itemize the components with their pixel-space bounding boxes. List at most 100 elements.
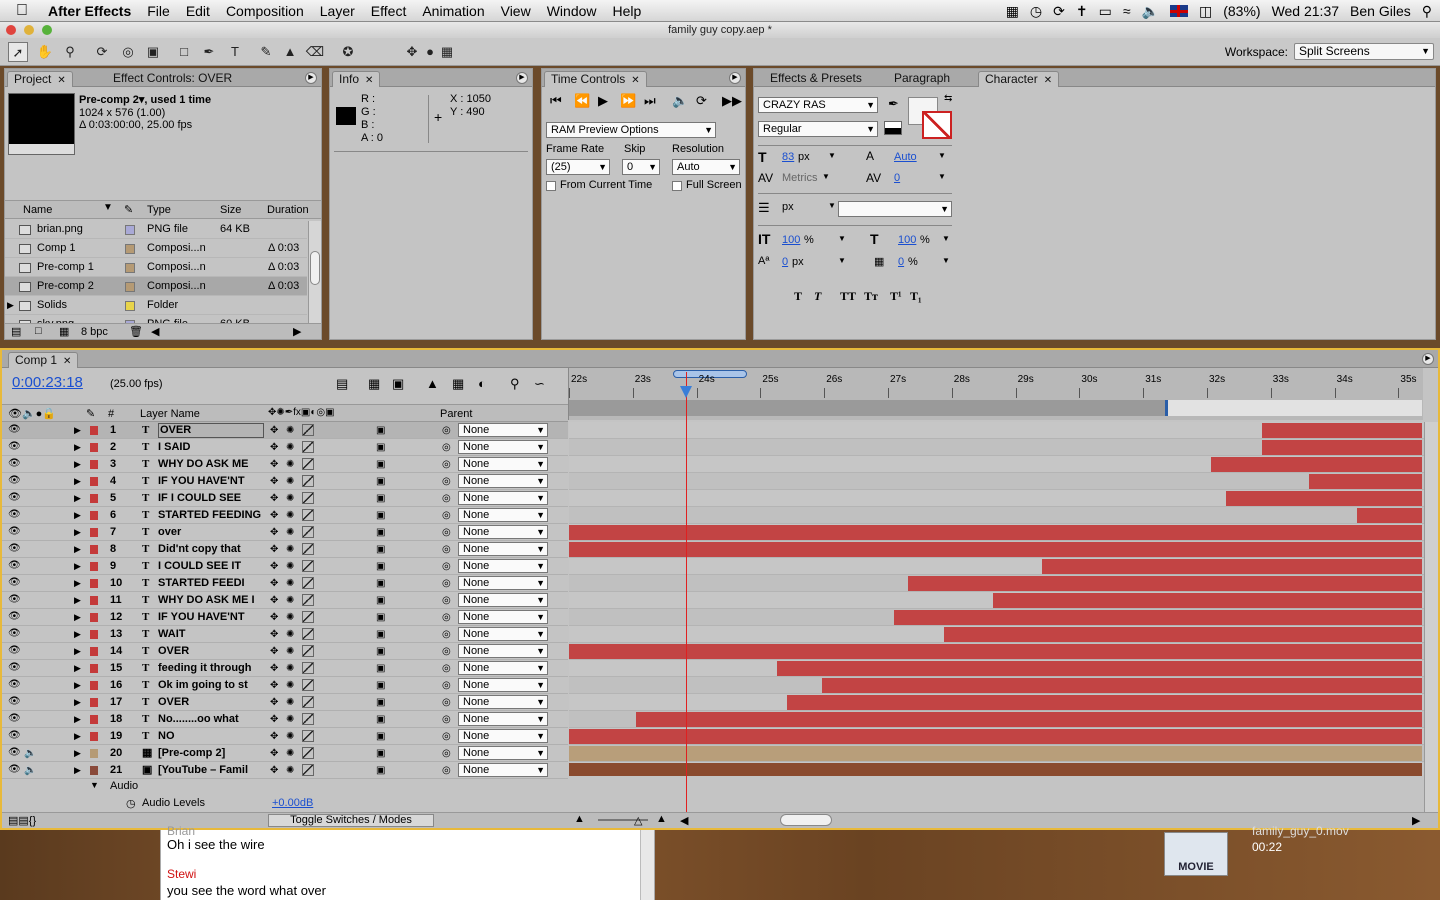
pickwhip-icon[interactable]: ◎ [442, 473, 451, 490]
wifi-icon[interactable]: ≈ [1123, 3, 1131, 19]
twirl-right-icon[interactable]: ▶ [74, 507, 81, 524]
chevron-down-icon[interactable]: ▼ [828, 201, 836, 210]
quality-icon[interactable] [302, 713, 314, 725]
visibility-eye-icon[interactable]: 👁 [8, 425, 21, 435]
layer-duration-bar[interactable] [1262, 423, 1422, 438]
interpret-footage-icon[interactable]: ▤ [11, 325, 21, 338]
3d-layer-icon[interactable]: ▣ [376, 694, 385, 711]
stopwatch-icon[interactable]: ◷ [126, 797, 136, 810]
layer-row[interactable]: 👁 ▶ 2 T I SAID ✥ ✺ ▣ ◎ None ▼ [2, 439, 568, 456]
pickwhip-icon[interactable]: ◎ [442, 745, 451, 762]
scroll-right-icon[interactable]: ▶ [1412, 814, 1420, 827]
layer-duration-bar[interactable] [1357, 508, 1422, 523]
visibility-eye-icon[interactable]: 👁 [8, 646, 21, 656]
twirl-right-icon[interactable]: ▶ [74, 422, 81, 439]
layer-name[interactable]: No........oo what [158, 711, 239, 728]
collapse-icon[interactable]: ✺ [286, 728, 294, 745]
tab-info[interactable]: Info ✕ [332, 71, 381, 87]
collapse-icon[interactable]: ✺ [286, 762, 294, 779]
visibility-eye-icon[interactable]: 👁 [8, 714, 21, 724]
zoom-slider-handle-icon[interactable]: △ [634, 814, 642, 827]
3d-layer-icon[interactable]: ▣ [376, 575, 385, 592]
twirl-right-icon[interactable]: ▶ [74, 490, 81, 507]
apple-menu-icon[interactable]:  [0, 2, 40, 20]
collapse-icon[interactable]: ✺ [286, 694, 294, 711]
workspace-select[interactable]: Split Screens ▼ [1294, 43, 1434, 60]
av-features-icon[interactable]: 👁🔈●🔒 [8, 407, 56, 420]
black-white-swatch[interactable] [884, 121, 902, 135]
layer-label-color[interactable] [90, 647, 98, 656]
shy-icon[interactable]: ✥ [270, 456, 278, 473]
layer-label-color[interactable] [90, 749, 98, 758]
parent-select[interactable]: None ▼ [458, 525, 548, 539]
current-timecode[interactable]: 0:00:23:18 [12, 374, 83, 391]
layer-row[interactable]: 👁 ▶ 13 T WAIT ✥ ✺ ▣ ◎ None ▼ [2, 626, 568, 643]
3d-layer-icon[interactable]: ▣ [376, 643, 385, 660]
layer-name[interactable]: WHY DO ASK ME [158, 456, 248, 473]
quality-icon[interactable] [302, 577, 314, 589]
menu-help[interactable]: Help [605, 3, 650, 19]
bit-depth[interactable]: 8 bpc [81, 326, 108, 338]
visibility-eye-icon[interactable]: 👁 [8, 663, 21, 673]
pickwhip-icon[interactable]: ◎ [442, 626, 451, 643]
chevron-down-icon[interactable]: ▼ [942, 256, 950, 265]
shy-icon[interactable]: ✥ [270, 762, 278, 779]
twirl-right-icon[interactable]: ▶ [74, 473, 81, 490]
hand-tool-icon[interactable]: ✋ [35, 42, 55, 62]
twirl-right-icon[interactable]: ▶ [74, 677, 81, 694]
close-icon[interactable]: ✕ [631, 75, 639, 86]
3d-layer-icon[interactable]: ▣ [376, 439, 385, 456]
stroke-style-select[interactable]: ▼ [838, 201, 952, 217]
quality-icon[interactable] [302, 458, 314, 470]
shy-icon[interactable]: ✥ [270, 609, 278, 626]
layer-row[interactable]: 👁 ▶ 4 T IF YOU HAVE'NT ✥ ✺ ▣ ◎ None ▼ [2, 473, 568, 490]
layer-name[interactable]: [Pre-comp 2] [158, 745, 225, 762]
layer-duration-bar[interactable] [1226, 491, 1422, 506]
quality-icon[interactable] [302, 730, 314, 742]
eyedropper-icon[interactable]: ✒ [888, 96, 899, 112]
tab-character[interactable]: Character ✕ [978, 71, 1060, 87]
menu-effect[interactable]: Effect [363, 3, 415, 19]
label-color-swatch[interactable] [125, 301, 135, 311]
collapse-icon[interactable]: ✺ [286, 558, 294, 575]
quality-icon[interactable] [302, 492, 314, 504]
layer-duration-bar[interactable] [636, 712, 1422, 727]
layer-name[interactable]: over [158, 524, 181, 541]
current-time-indicator[interactable] [686, 372, 687, 812]
layer-label-color[interactable] [90, 579, 98, 588]
twirl-right-icon[interactable]: ▶ [74, 592, 81, 609]
pickwhip-icon[interactable]: ◎ [442, 660, 451, 677]
first-frame-icon[interactable]: ⏮ [550, 93, 562, 109]
switches-icons[interactable]: ✥✺✒fx▣◐◎▣ [268, 407, 335, 418]
small-caps-button[interactable]: Tт [864, 289, 878, 304]
parent-select[interactable]: None ▼ [458, 559, 548, 573]
menu-animation[interactable]: Animation [414, 3, 492, 19]
3d-layer-icon[interactable]: ▣ [376, 660, 385, 677]
kerning-value[interactable]: Metrics [782, 172, 817, 184]
twirl-right-icon[interactable]: ▶ [74, 660, 81, 677]
puppet-pin-icon[interactable]: ✪ [338, 42, 358, 62]
zoom-out-icon[interactable]: ▲ [574, 813, 585, 825]
swap-colors-icon[interactable]: ⇆ [944, 93, 952, 104]
layer-duration-bar[interactable] [569, 729, 1422, 744]
layer-label-color[interactable] [90, 443, 98, 452]
parent-select[interactable]: None ▼ [458, 746, 548, 760]
close-window-icon[interactable] [6, 25, 16, 35]
pickwhip-icon[interactable]: ◎ [442, 490, 451, 507]
font-style-select[interactable]: Regular ▼ [758, 121, 878, 137]
layer-label-color[interactable] [90, 681, 98, 690]
shy-icon[interactable]: ✥ [270, 745, 278, 762]
full-screen-checkbox[interactable] [672, 181, 682, 191]
layer-duration-bar[interactable] [569, 746, 1422, 761]
zoom-in-icon[interactable]: ▲ [656, 813, 667, 825]
baseline-shift-value[interactable]: 0 [782, 256, 788, 268]
twirl-right-icon[interactable]: ▶ [74, 762, 81, 779]
layer-duration-bar[interactable] [908, 576, 1422, 591]
quality-icon[interactable] [302, 662, 314, 674]
quality-icon[interactable] [302, 696, 314, 708]
twirl-right-icon[interactable]: ▶ [74, 541, 81, 558]
layer-name[interactable]: STARTED FEEDI [158, 575, 245, 592]
brush-tool-icon[interactable]: ✎ [256, 42, 276, 62]
layer-duration-bar[interactable] [569, 542, 1422, 557]
bluetooth-icon[interactable]: ✝ [1076, 3, 1088, 20]
